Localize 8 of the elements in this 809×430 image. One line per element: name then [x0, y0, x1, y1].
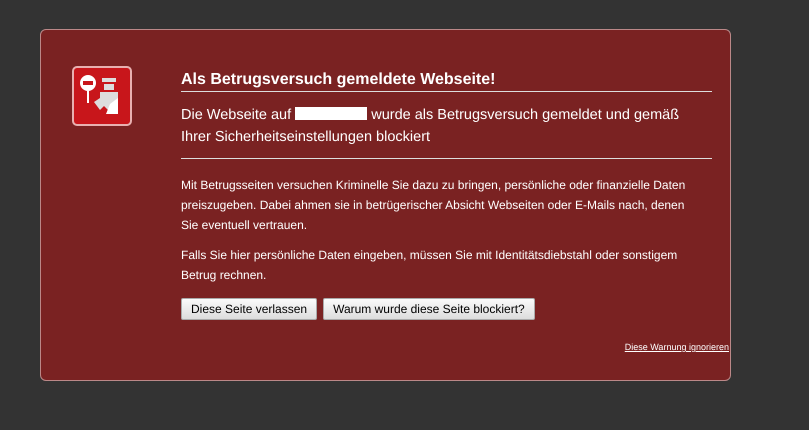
action-button[interactable]: Diese Seite verlassen: [181, 298, 318, 320]
intro-text: Die Webseite auf wurde als Betrugsversuch gemeldet und gemäß Ihrer Sicherheitseinstellungen blockiert: [181, 106, 680, 147]
explanation-text: Falls Sie hier persönliche Daten eingeben, müssen Sie mit Identitätsdiebstahl oder sonstigem Betrug rechnen.: [181, 247, 678, 284]
explanation-text: Mit Betrugsseiten versuchen Kriminelle Sie dazu zu bringen, persönliche oder finanzielle Daten preiszugeben. Dabei ahmen sie in betrügerischer Absicht Webseiten oder E-Mails nach, denen Sie eventuell vertrauen.: [181, 177, 686, 234]
warning-heading: Als Betrugsversuch gemeldete Webseite!: [181, 66, 712, 92]
officer-icon: [72, 66, 132, 126]
action-button[interactable]: Warum wurde diese Seite blockiert?: [323, 298, 535, 320]
ignore-warning-link[interactable]: Diese Warnung ignorieren: [624, 342, 729, 352]
